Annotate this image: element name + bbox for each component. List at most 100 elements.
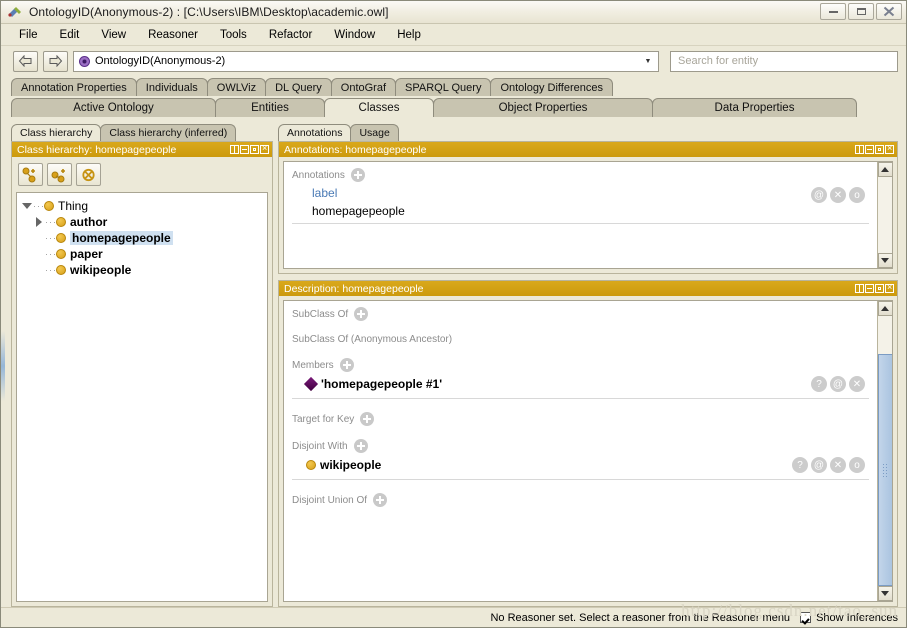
- menu-edit[interactable]: Edit: [50, 27, 90, 43]
- forward-button[interactable]: [43, 50, 68, 72]
- tab-ontograf[interactable]: OntoGraf: [330, 78, 397, 96]
- ontology-selector[interactable]: OntologyID(Anonymous-2) ▼: [73, 50, 659, 72]
- minimize-panel-icon[interactable]: [240, 145, 249, 154]
- row-divider: [292, 479, 869, 480]
- tree-node-label: Thing: [58, 199, 89, 213]
- description-scrollbar[interactable]: [877, 301, 892, 601]
- scroll-up-button[interactable]: [877, 162, 892, 177]
- tree-node-paper[interactable]: ··· paper: [21, 246, 263, 262]
- class-tree[interactable]: ··· Thing ··· author ··· homepagepeople …: [16, 192, 268, 602]
- disjoint-row[interactable]: wikipeople ? @ ✕ o: [292, 456, 869, 474]
- menu-bar: File Edit View Reasoner Tools Refactor W…: [1, 24, 906, 46]
- tree-node-wikipeople[interactable]: ··· wikipeople: [21, 262, 263, 278]
- split-panel-icon[interactable]: [855, 145, 864, 154]
- tab-entities[interactable]: Entities: [215, 98, 325, 117]
- tab-object-properties[interactable]: Object Properties: [433, 98, 653, 117]
- expander-right-icon[interactable]: [33, 217, 45, 227]
- tab-individuals[interactable]: Individuals: [135, 78, 208, 96]
- add-sibling-class-icon[interactable]: [47, 163, 72, 186]
- show-inferences-checkbox[interactable]: Show Inferences: [800, 612, 898, 624]
- menu-refactor[interactable]: Refactor: [259, 27, 322, 43]
- tree-node-homepagepeople[interactable]: ··· homepagepeople: [21, 230, 263, 246]
- close-panel-icon[interactable]: [885, 143, 894, 154]
- minimize-panel-icon[interactable]: [865, 145, 874, 154]
- search-box[interactable]: [670, 50, 898, 72]
- minimize-panel-icon[interactable]: [865, 284, 874, 293]
- close-panel-icon[interactable]: [885, 282, 894, 293]
- scroll-track[interactable]: [877, 177, 892, 253]
- annotations-header: Annotations: homepagepeople: [279, 142, 897, 157]
- split-panel-icon[interactable]: [230, 145, 239, 154]
- add-member-button[interactable]: [339, 358, 354, 372]
- tab-ontology-differences[interactable]: Ontology Differences: [490, 78, 613, 96]
- add-subclass-icon[interactable]: [18, 163, 43, 186]
- annotate-icon[interactable]: @: [811, 457, 827, 473]
- class-icon: [56, 217, 66, 227]
- minimize-button[interactable]: [820, 3, 846, 20]
- split-panel-icon[interactable]: [855, 284, 864, 293]
- maximize-panel-icon[interactable]: [875, 145, 884, 154]
- annotations-list: Annotations @ ✕ o label homepagepeople: [284, 162, 877, 268]
- scroll-down-button[interactable]: [877, 586, 892, 601]
- explain-icon[interactable]: ?: [811, 376, 827, 392]
- add-disjoint-with-button[interactable]: [353, 439, 368, 453]
- class-hierarchy-panel: Class hierarchy: homepagepeople × ··· Th…: [11, 141, 273, 607]
- tab-active-ontology[interactable]: Active Ontology: [11, 98, 216, 117]
- back-button[interactable]: [13, 50, 38, 72]
- scroll-thumb[interactable]: [877, 354, 892, 586]
- annotation-row-actions: @ ✕ o: [811, 187, 865, 203]
- tab-usage[interactable]: Usage: [350, 124, 399, 141]
- tab-classes[interactable]: Classes: [324, 98, 434, 117]
- delete-icon[interactable]: ✕: [830, 187, 846, 203]
- close-button[interactable]: [876, 3, 902, 20]
- chevron-down-icon[interactable]: ▼: [640, 52, 656, 71]
- section-members: Members 'homepagepeople #1' ? @ ✕: [292, 358, 869, 399]
- tree-node-thing[interactable]: ··· Thing: [21, 198, 263, 214]
- delete-class-icon[interactable]: [76, 163, 101, 186]
- edit-icon[interactable]: o: [849, 187, 865, 203]
- menu-window[interactable]: Window: [324, 27, 385, 43]
- close-panel-icon[interactable]: [260, 143, 269, 154]
- menu-view[interactable]: View: [91, 27, 136, 43]
- scroll-down-button[interactable]: [877, 253, 892, 268]
- delete-icon[interactable]: ✕: [849, 376, 865, 392]
- maximize-button[interactable]: [848, 3, 874, 20]
- checkbox-icon[interactable]: [800, 612, 812, 623]
- maximize-panel-icon[interactable]: [250, 145, 259, 154]
- scroll-track-upper[interactable]: [877, 316, 892, 354]
- right-column: Annotations Usage Annotations: homepagep…: [278, 122, 898, 607]
- tab-data-properties[interactable]: Data Properties: [652, 98, 857, 117]
- menu-help[interactable]: Help: [387, 27, 431, 43]
- tree-node-author[interactable]: ··· author: [21, 214, 263, 230]
- menu-reasoner[interactable]: Reasoner: [138, 27, 208, 43]
- tab-owlviz[interactable]: OWLViz: [206, 78, 267, 96]
- expander-down-icon[interactable]: [21, 203, 33, 209]
- explain-icon[interactable]: ?: [792, 457, 808, 473]
- add-target-for-key-button[interactable]: [360, 412, 375, 426]
- add-disjoint-union-of-button[interactable]: [373, 493, 388, 507]
- tab-sparql-query[interactable]: SPARQL Query: [395, 78, 492, 96]
- tab-dl-query[interactable]: DL Query: [265, 78, 332, 96]
- search-input[interactable]: [676, 54, 892, 68]
- annotation-property: label: [312, 186, 338, 200]
- tab-annotation-properties[interactable]: Annotation Properties: [11, 78, 137, 96]
- annotation-row[interactable]: @ ✕ o label homepagepeople: [292, 185, 869, 225]
- member-row[interactable]: 'homepagepeople #1' ? @ ✕: [292, 375, 869, 393]
- maximize-panel-icon[interactable]: [875, 284, 884, 293]
- description-sections: SubClass Of SubClass Of (Anonymous Ances…: [284, 301, 877, 601]
- annotations-scrollbar[interactable]: [877, 162, 892, 268]
- annotate-icon[interactable]: @: [811, 187, 827, 203]
- protege-logo-icon: [7, 5, 23, 19]
- tab-class-hierarchy-inferred[interactable]: Class hierarchy (inferred): [100, 124, 237, 141]
- menu-file[interactable]: File: [9, 27, 48, 43]
- annotate-icon[interactable]: @: [830, 376, 846, 392]
- menu-tools[interactable]: Tools: [210, 27, 257, 43]
- scroll-up-button[interactable]: [877, 301, 892, 316]
- add-subclass-of-button[interactable]: [354, 307, 369, 321]
- edit-icon[interactable]: o: [849, 457, 865, 473]
- tab-annotations[interactable]: Annotations: [278, 124, 352, 141]
- tab-class-hierarchy[interactable]: Class hierarchy: [11, 124, 102, 141]
- delete-icon[interactable]: ✕: [830, 457, 846, 473]
- add-annotation-button[interactable]: [350, 168, 365, 182]
- section-label: SubClass Of (Anonymous Ancestor): [292, 334, 453, 345]
